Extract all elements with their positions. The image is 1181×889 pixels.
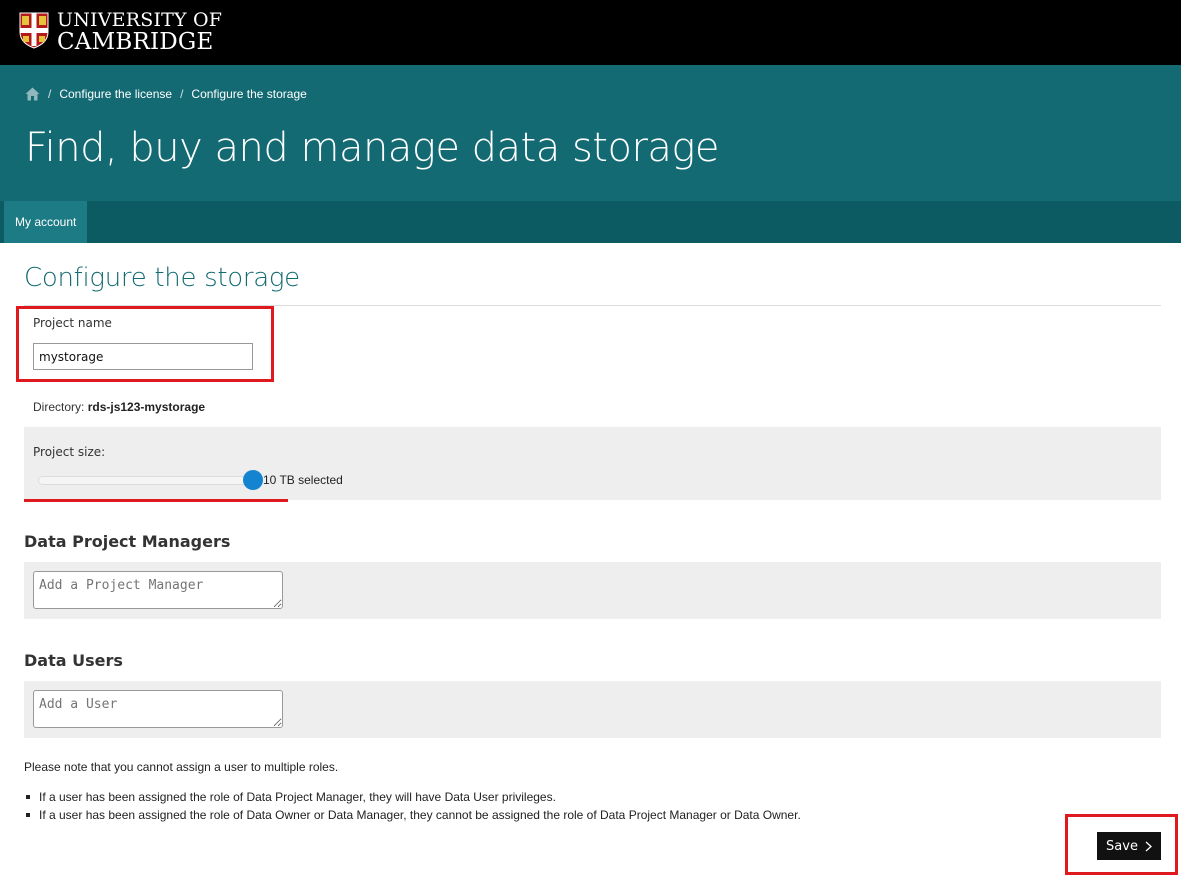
roles-note: Please note that you cannot assign a use…: [24, 760, 339, 774]
breadcrumb-separator: /: [48, 87, 52, 101]
nav-item-my-account[interactable]: My account: [4, 201, 88, 243]
project-size-value: 10 TB selected: [263, 473, 343, 487]
nav-bar: My account: [0, 201, 1181, 243]
page-title: Find, buy and manage data storage: [25, 125, 720, 171]
section-title: Configure the storage: [24, 263, 300, 293]
project-size-label: Project size:: [33, 445, 106, 459]
save-button-label: Save: [1106, 838, 1138, 854]
add-project-manager-input[interactable]: [33, 571, 283, 609]
users-heading: Data Users: [24, 651, 123, 670]
directory-label: Directory:: [33, 400, 85, 414]
save-button[interactable]: Save: [1097, 832, 1161, 860]
chevron-right-icon: [1145, 841, 1152, 851]
project-name-input[interactable]: [33, 343, 253, 370]
roles-bullet-list: If a user has been assigned the role of …: [24, 788, 801, 824]
logo-line-2: CAMBRIDGE: [57, 29, 214, 55]
breadcrumb: / Configure the license / Configure the …: [25, 86, 307, 102]
directory-info: Directory: rds-js123-mystorage: [33, 400, 205, 414]
breadcrumb-configure-storage[interactable]: Configure the storage: [191, 87, 306, 101]
breadcrumb-configure-license[interactable]: Configure the license: [59, 87, 172, 101]
highlight-slider-underline: [24, 499, 288, 502]
project-size-panel: [24, 427, 1161, 500]
list-item: If a user has been assigned the role of …: [24, 788, 801, 806]
project-name-label: Project name: [33, 316, 112, 330]
directory-value: rds-js123-mystorage: [87, 400, 206, 414]
home-icon[interactable]: [25, 87, 40, 101]
breadcrumb-separator: /: [180, 87, 184, 101]
university-logo-text[interactable]: UNIVERSITY OF CAMBRIDGE: [57, 10, 222, 54]
top-bar: UNIVERSITY OF CAMBRIDGE: [0, 0, 1181, 65]
project-size-slider-track[interactable]: [38, 476, 252, 485]
add-user-input[interactable]: [33, 690, 283, 728]
project-size-slider-handle[interactable]: [243, 470, 263, 490]
list-item: If a user has been assigned the role of …: [24, 806, 801, 824]
cambridge-crest-icon[interactable]: [19, 12, 49, 49]
logo-line-1: UNIVERSITY OF: [57, 9, 223, 31]
managers-heading: Data Project Managers: [24, 532, 231, 551]
